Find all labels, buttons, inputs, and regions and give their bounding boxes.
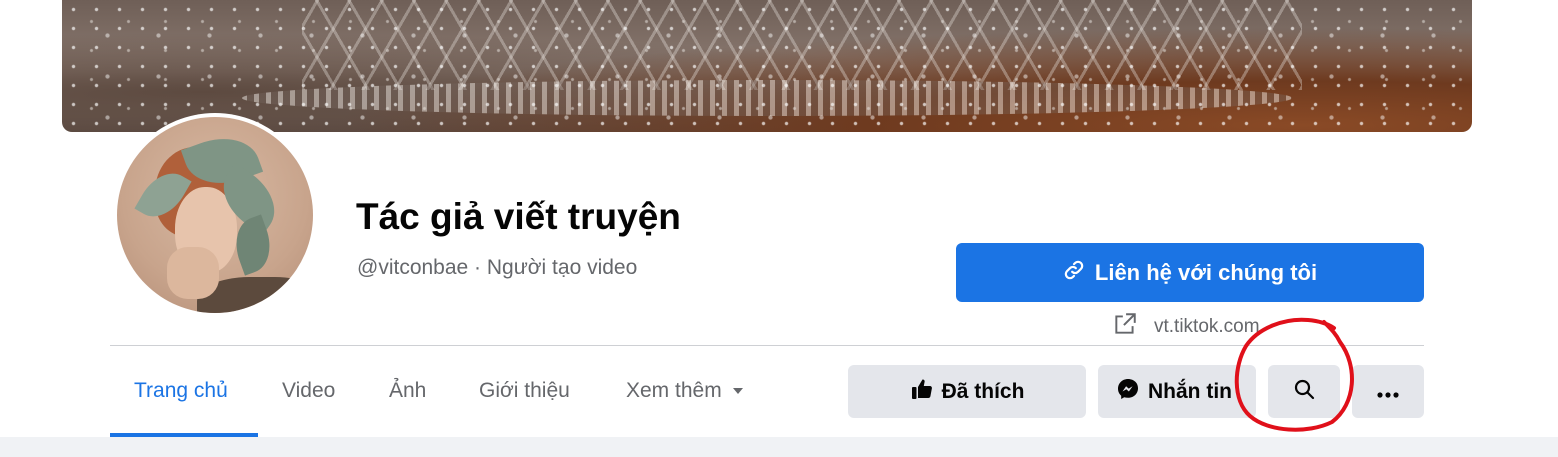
tab-video[interactable]: Video: [282, 379, 335, 403]
more-options-button[interactable]: [1352, 365, 1424, 418]
link-icon: [1063, 259, 1085, 287]
search-button[interactable]: [1268, 365, 1340, 418]
website-link[interactable]: vt.tiktok.com: [1112, 311, 1260, 343]
external-link-icon: [1112, 311, 1138, 343]
page-title: Tác giả viết truyện: [356, 196, 681, 237]
caret-down-icon: [732, 379, 744, 403]
tab-see-more[interactable]: Xem thêm: [626, 379, 744, 403]
message-button[interactable]: Nhắn tin: [1098, 365, 1256, 418]
tab-about[interactable]: Giới thiệu: [479, 379, 570, 403]
more-icon: [1377, 380, 1399, 404]
header-divider: [110, 345, 1424, 346]
page-background-strip: [0, 437, 1558, 457]
liked-button[interactable]: Đã thích: [848, 365, 1086, 418]
tab-home[interactable]: Trang chủ: [134, 379, 228, 403]
tab-photos[interactable]: Ảnh: [389, 379, 426, 403]
page-subtitle: @vitconbae · Người tạo video: [357, 256, 638, 279]
thumbs-up-icon: [910, 377, 934, 407]
messenger-icon: [1116, 377, 1140, 407]
contact-us-button[interactable]: Liên hệ với chúng tôi: [956, 243, 1424, 302]
profile-avatar[interactable]: [113, 113, 317, 317]
website-url: vt.tiktok.com: [1154, 316, 1260, 337]
cover-photo[interactable]: [62, 0, 1472, 132]
contact-us-label: Liên hệ với chúng tôi: [1094, 259, 1318, 285]
search-icon: [1292, 377, 1316, 407]
